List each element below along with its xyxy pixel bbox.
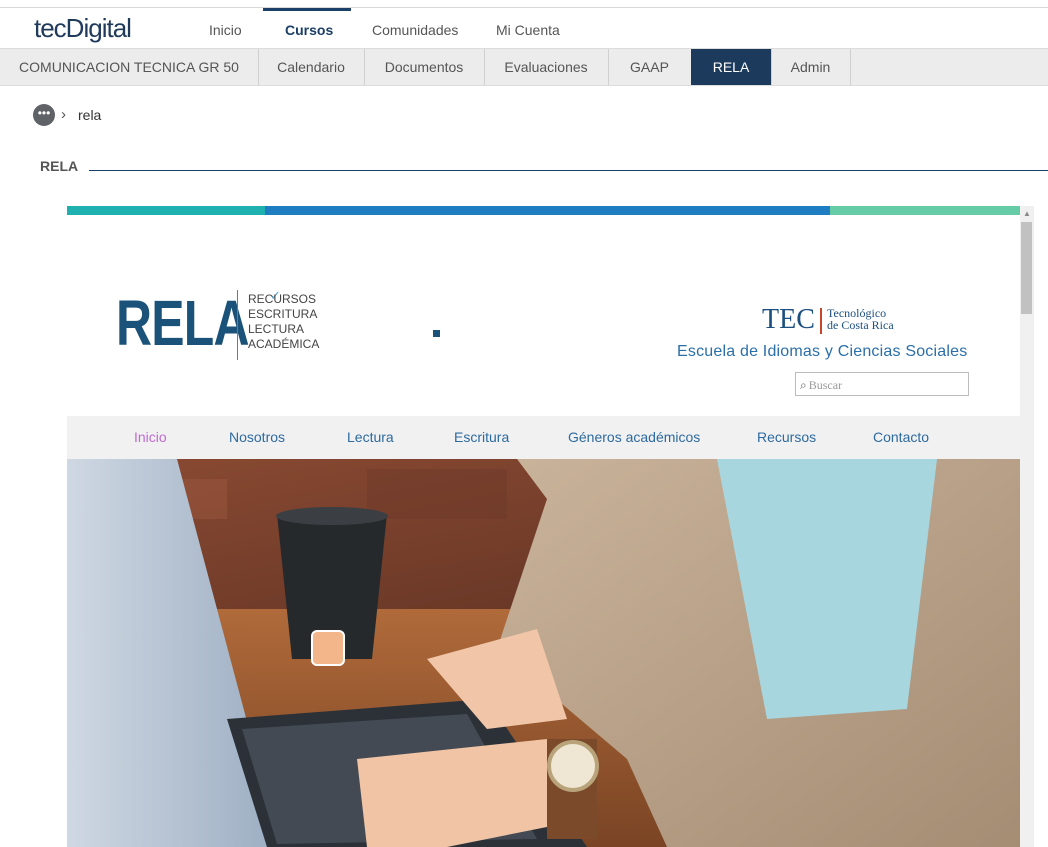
hero-photo-illustration: [67, 459, 1020, 847]
chevron-right-icon: ›: [61, 106, 66, 123]
color-bar-blue: [265, 206, 830, 215]
rela-logo-words: RECURSOS ESCRITURA LECTURA ACADÉMICA: [248, 292, 319, 352]
course-tabs-bar: COMUNICACION TECNICA GR 50 Calendario Do…: [0, 48, 1048, 86]
scrollbar-thumb[interactable]: [1021, 222, 1032, 314]
tab-gaap[interactable]: GAAP: [608, 49, 692, 85]
top-border: [0, 7, 1048, 8]
tec-logo-name: Tecnológico de Costa Rica: [827, 307, 894, 331]
section-title: RELA: [40, 158, 79, 174]
breadcrumb-current[interactable]: rela: [78, 107, 101, 123]
menu-contacto[interactable]: Contacto: [873, 429, 929, 445]
tab-documentos[interactable]: Documentos: [364, 49, 485, 85]
rela-menu-bar: Inicio Nosotros Lectura Escritura Género…: [67, 416, 1020, 459]
search-icon: ⌕: [800, 378, 807, 392]
logo-word-academica: ACADÉMICA: [248, 337, 320, 351]
tecdigital-logo[interactable]: tecDigital: [34, 13, 132, 44]
search-input[interactable]: ⌕ Buscar: [795, 372, 969, 396]
color-bar-mint: [830, 206, 1020, 215]
more-icon[interactable]: •••: [33, 104, 55, 126]
logo-word-recursos: RECURSOS: [248, 292, 317, 306]
tab-evaluaciones[interactable]: Evaluaciones: [484, 49, 609, 85]
decorative-square: [433, 330, 440, 337]
active-tab-indicator: [263, 8, 351, 11]
menu-lectura[interactable]: Lectura: [347, 429, 394, 445]
nav-inicio[interactable]: Inicio: [209, 22, 242, 38]
tab-admin[interactable]: Admin: [771, 49, 851, 85]
logo-word-escritura: ESCRITURA: [248, 307, 318, 321]
hero-image: [67, 459, 1020, 847]
search-placeholder: Buscar: [808, 378, 843, 392]
tec-name-line-2: de Costa Rica: [827, 318, 894, 332]
color-bar-teal: [67, 206, 265, 215]
tec-logo-text: TEC: [762, 304, 815, 335]
tab-rela[interactable]: RELA: [691, 49, 772, 85]
menu-inicio[interactable]: Inicio: [134, 429, 167, 445]
nav-mi-cuenta[interactable]: Mi Cuenta: [496, 22, 560, 38]
logo-word-lectura: LECTURA: [248, 322, 305, 336]
rela-logo-text: RELA: [116, 287, 250, 359]
tec-logo-separator: [820, 308, 822, 334]
school-name: Escuela de Idiomas y Ciencias Sociales: [677, 343, 968, 360]
iframe-scrollbar[interactable]: ▲: [1020, 206, 1034, 847]
top-navbar: tecDigital Inicio Cursos Comunidades Mi …: [0, 0, 1048, 46]
scroll-up-icon[interactable]: ▲: [1023, 209, 1031, 218]
rela-logo-separator: [237, 290, 238, 360]
menu-recursos[interactable]: Recursos: [757, 429, 816, 445]
menu-escritura[interactable]: Escritura: [454, 429, 509, 445]
menu-generos-academicos[interactable]: Géneros académicos: [568, 429, 700, 445]
section-divider: [89, 170, 1048, 171]
nav-comunidades[interactable]: Comunidades: [372, 22, 458, 38]
course-name-tab[interactable]: COMUNICACION TECNICA GR 50: [0, 49, 259, 85]
nav-cursos[interactable]: Cursos: [285, 22, 333, 38]
tab-calendario[interactable]: Calendario: [258, 49, 365, 85]
embedded-rela-site: RELA ✓ RECURSOS ESCRITURA LECTURA ACADÉM…: [67, 206, 1020, 847]
menu-nosotros[interactable]: Nosotros: [229, 429, 285, 445]
